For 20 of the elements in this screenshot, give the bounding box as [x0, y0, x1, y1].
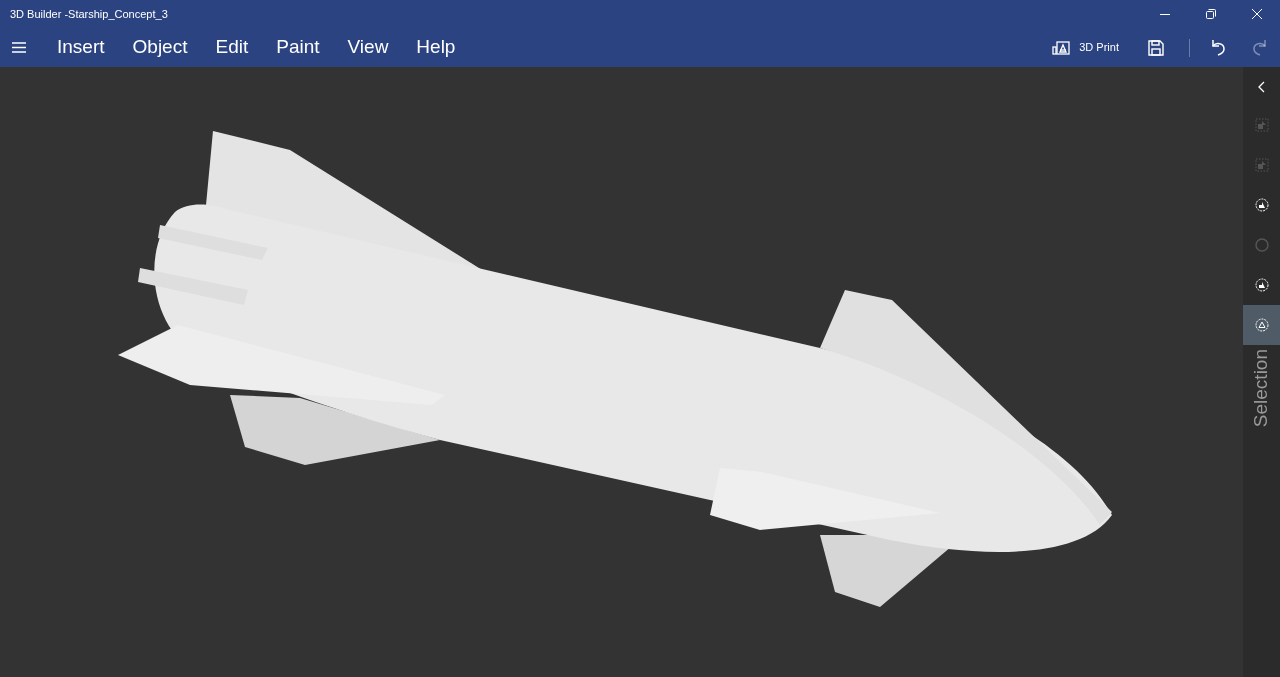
menu-item[interactable]: Edit [203, 31, 261, 64]
tool-button[interactable] [1243, 305, 1280, 345]
menu-item[interactable]: Paint [264, 31, 332, 64]
menu-item[interactable]: Insert [45, 31, 117, 64]
panel-label: Selection [1249, 349, 1273, 428]
3d-print-button[interactable]: 3D Print [1044, 32, 1127, 63]
redo-icon [1251, 39, 1267, 56]
menu-item[interactable]: Object [120, 31, 200, 64]
minimize-icon [1160, 13, 1170, 15]
undo-icon [1211, 39, 1227, 56]
save-icon [1148, 39, 1164, 56]
window-title: 3D Builder -Starship_Concept_3 [10, 6, 168, 22]
menu-item[interactable]: View [335, 31, 401, 64]
restore-icon [1206, 9, 1216, 19]
menu-item[interactable]: Help [404, 31, 468, 64]
menu-button[interactable] [11, 39, 27, 56]
close-icon [1252, 9, 1262, 19]
chevron-left-icon [1258, 81, 1265, 93]
menu-icon [12, 42, 26, 53]
print-icon [1052, 40, 1071, 55]
